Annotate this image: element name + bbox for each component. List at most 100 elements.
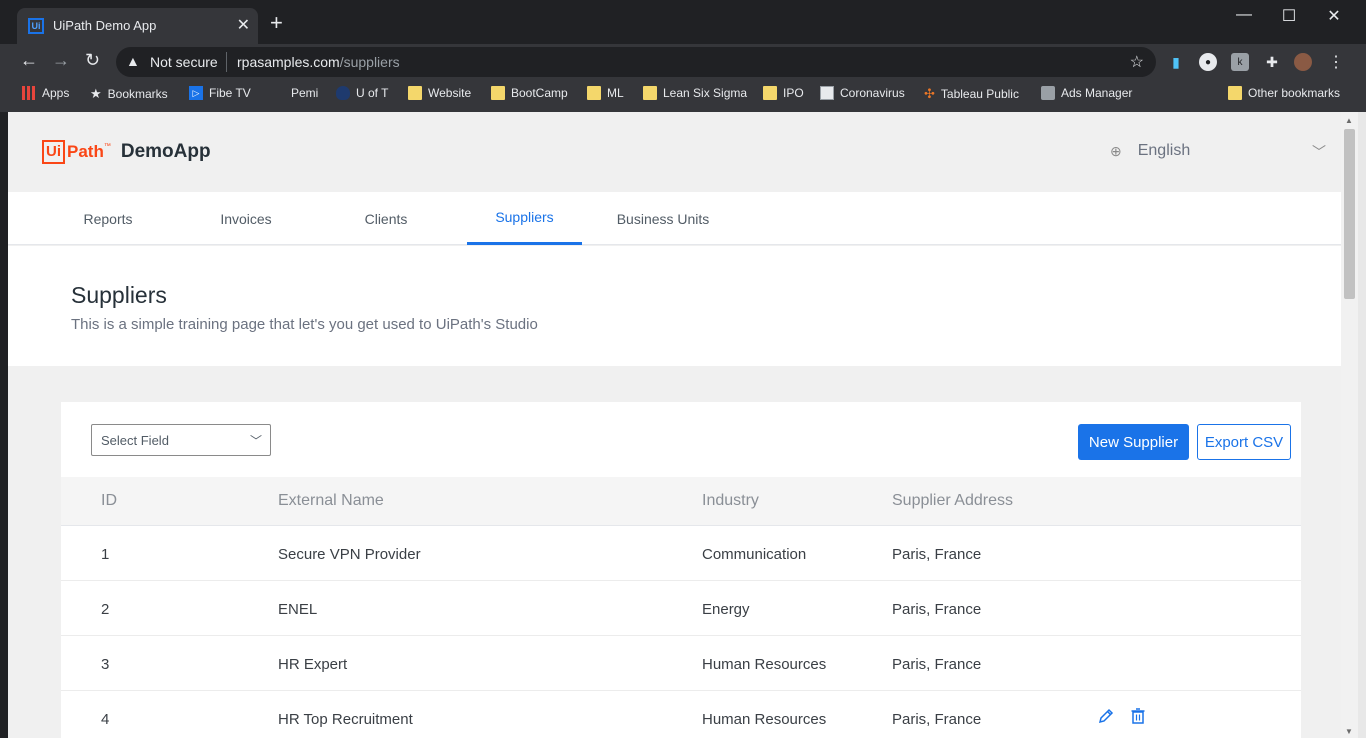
tab-business-units[interactable]: Business Units [608,192,718,245]
tab-reports[interactable]: Reports [68,192,148,245]
forward-icon[interactable]: → [52,50,70,71]
bookmark-ads-manager[interactable]: Ads Manager [1041,86,1132,100]
warning-icon[interactable]: ▲ [126,53,140,69]
table-row[interactable]: 2 ENEL Energy Paris, France [61,581,1301,636]
bookmark-bookmarks[interactable]: ★ Bookmarks [90,86,168,102]
cell-id: 4 [101,711,110,728]
tab-clients[interactable]: Clients [346,192,426,245]
table-row[interactable]: 4 HR Top Recruitment Human Resources Par… [61,691,1301,738]
browser-toolbar: ← → ↻ ▲ Not secure rpasamples.com/suppli… [0,44,1366,80]
globe-icon: ⊕ [1110,142,1122,159]
extensions-puzzle-icon[interactable]: ✚ [1263,53,1281,71]
extension-k-icon[interactable]: k [1231,53,1249,71]
new-tab-icon[interactable]: + [270,12,283,34]
cell-industry: Energy [702,601,750,618]
bookmark-label: Lean Six Sigma [663,86,748,100]
browser-tab[interactable]: Ui UiPath Demo App ✕ [17,8,258,44]
intro-section: Suppliers This is a simple training page… [8,246,1341,366]
bookmark-label: Ads Manager [1061,86,1133,100]
cell-industry: Communication [702,546,807,563]
profile-avatar[interactable] [1294,53,1312,71]
tableau-icon: ✣ [924,86,935,101]
url-text[interactable]: rpasamples.com/suppliers [237,54,400,70]
cell-supplier-address: Paris, France [892,546,982,563]
folder-icon [643,86,657,100]
folder-icon [763,86,777,100]
star-icon: ★ [90,86,102,101]
ads-icon [1041,86,1055,100]
cell-industry: Human Resources [702,656,827,673]
column-header-external-name[interactable]: External Name [278,492,384,510]
logo-trademark: ™ [103,143,111,150]
select-field-dropdown[interactable]: Select Field ﹀ [91,424,271,456]
bookmark-pemi[interactable]: Pemi [271,86,318,100]
table-row[interactable]: 1 Secure VPN Provider Communication Pari… [61,526,1301,581]
reload-icon[interactable]: ↻ [85,50,100,71]
bookmark-label: Tableau Public [940,87,1019,101]
extension-bottle-icon[interactable]: ▮ [1167,53,1185,71]
apps-grid-icon [22,86,36,100]
bookmark-website[interactable]: Website [408,86,471,100]
bookmark-apps[interactable]: Apps [22,86,69,100]
tab-invoices[interactable]: Invoices [201,192,291,245]
browser-window: Ui UiPath Demo App ✕ + — ☐ ✕ ← → ↻ ▲ Not… [0,0,1366,738]
scroll-down-arrow-icon[interactable]: ▼ [1345,727,1353,736]
other-bookmarks[interactable]: Other bookmarks [1228,86,1340,100]
bookmark-ml[interactable]: ML [587,86,624,100]
menu-kebab-icon[interactable]: ⋮ [1327,53,1345,71]
tab-title: UiPath Demo App [53,18,157,33]
shield-icon [336,86,350,100]
bookmark-label: Apps [42,86,70,100]
close-window-icon[interactable]: ✕ [1312,6,1356,26]
app-name: DemoApp [120,141,211,162]
column-header-id[interactable]: ID [101,492,117,510]
bookmark-bootcamp[interactable]: BootCamp [491,86,568,100]
extension-ghost-icon[interactable]: ● [1199,53,1217,71]
bookmark-star-icon[interactable]: ☆ [1130,52,1144,72]
export-csv-button[interactable]: Export CSV [1197,424,1291,460]
page-content: Ui Path ™ DemoApp ⊕ English ﹀ Reports In… [8,112,1341,738]
bookmark-ipo[interactable]: IPO [763,86,804,100]
table-row[interactable]: 3 HR Expert Human Resources Paris, Franc… [61,636,1301,691]
window-edge [1358,112,1366,738]
maximize-icon[interactable]: ☐ [1267,6,1311,26]
url-path: /suppliers [339,54,400,70]
column-header-supplier-address[interactable]: Supplier Address [892,492,1013,510]
minimize-icon[interactable]: — [1222,6,1266,24]
play-icon: ▷ [189,86,203,100]
bookmark-lean-six-sigma[interactable]: Lean Six Sigma [643,86,747,100]
cell-external-name: HR Expert [278,656,348,673]
bookmark-label: U of T [356,86,389,100]
bookmark-label: Coronavirus [840,86,905,100]
cell-supplier-address: Paris, France [892,711,982,728]
edit-pencil-icon[interactable] [1097,707,1115,725]
language-select[interactable]: ⊕ English ﹀ [1110,142,1326,160]
other-bookmarks-label: Other bookmarks [1248,86,1341,100]
new-supplier-button[interactable]: New Supplier [1078,424,1189,460]
scrollbar-thumb[interactable] [1344,129,1355,299]
scroll-up-arrow-icon[interactable]: ▲ [1345,116,1353,125]
back-icon[interactable]: ← [20,50,38,71]
address-bar[interactable]: ▲ Not secure rpasamples.com/suppliers ☆ [116,47,1156,77]
delete-trash-icon[interactable] [1129,707,1147,725]
bookmark-label: ML [607,86,624,100]
bookmark-label: Bookmarks [107,87,168,101]
close-tab-icon[interactable]: ✕ [237,15,250,35]
column-header-industry[interactable]: Industry [702,492,759,510]
uipath-logo[interactable]: Ui Path ™ DemoApp [42,140,211,164]
bookmark-coronavirus[interactable]: Coronavirus [820,86,905,100]
news-icon [820,86,834,100]
folder-icon [587,86,601,100]
table-header: ID External Name Industry Supplier Addre… [61,477,1301,526]
url-host: rpasamples.com [237,54,340,70]
bookmark-fibe-tv[interactable]: ▷ Fibe TV [189,86,251,100]
logo-path-text: Path [67,142,104,161]
page-scrollbar[interactable]: ▲ ▼ [1341,112,1358,738]
tab-strip: Ui UiPath Demo App ✕ + — ☐ ✕ [0,0,1366,44]
bookmark-u-of-t[interactable]: U of T [336,86,388,100]
tab-suppliers[interactable]: Suppliers [467,192,582,245]
row-actions [1097,707,1147,725]
security-label[interactable]: Not secure [150,54,218,70]
bookmark-tableau-public[interactable]: ✣ Tableau Public [924,86,1019,102]
nav-tabs: Reports Invoices Clients Suppliers Busin… [8,192,1341,245]
